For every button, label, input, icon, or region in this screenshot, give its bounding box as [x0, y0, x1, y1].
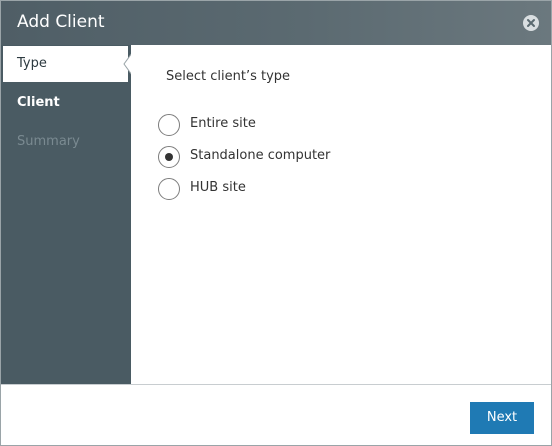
option-label-standalone-computer: Standalone computer: [190, 148, 331, 163]
step-label-type: Type: [17, 56, 47, 71]
radio-standalone-computer[interactable]: [158, 146, 180, 168]
step-label-client: Client: [17, 95, 60, 110]
wizard-steps-sidebar: Type Client Summary: [1, 45, 134, 384]
radio-hub-site[interactable]: [158, 178, 180, 200]
step-type[interactable]: Type: [3, 46, 128, 82]
step-content: Select client’s type Entire site Standal…: [131, 45, 551, 384]
step-summary: Summary: [1, 123, 131, 161]
option-label-hub-site: HUB site: [190, 180, 246, 195]
dialog-footer: Next: [1, 384, 551, 445]
add-client-dialog: Add Client Type Client Summary Select cl…: [0, 0, 552, 446]
close-icon[interactable]: [523, 15, 539, 31]
dialog-titlebar: Add Client: [1, 1, 551, 45]
step-label-summary: Summary: [17, 134, 80, 149]
step-client[interactable]: Client: [1, 84, 131, 122]
dialog-title: Add Client: [17, 12, 105, 32]
radio-entire-site[interactable]: [158, 114, 180, 136]
next-button[interactable]: Next: [470, 402, 534, 434]
client-type-prompt: Select client’s type: [166, 69, 291, 84]
radio-selected-dot: [165, 153, 173, 161]
option-label-entire-site: Entire site: [190, 116, 256, 131]
